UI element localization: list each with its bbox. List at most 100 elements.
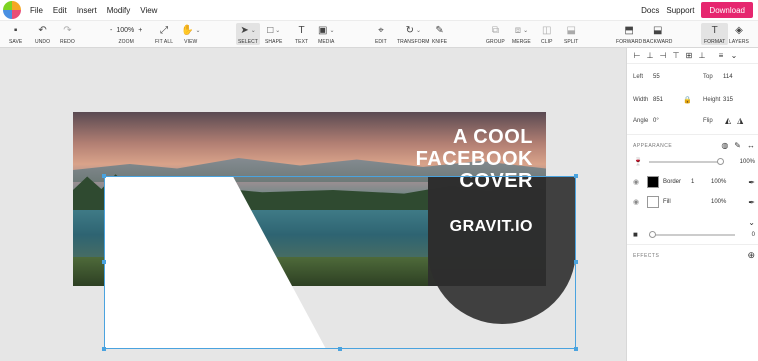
format-icon: T bbox=[711, 24, 718, 36]
menu-bar: File Edit Insert Modify View Docs Suppor… bbox=[0, 0, 758, 20]
zoom-out-button[interactable]: - bbox=[110, 27, 112, 34]
redo-button[interactable]: ↷ REDO bbox=[60, 23, 75, 46]
pen-icon[interactable]: ✎ bbox=[734, 141, 741, 150]
save-button[interactable]: ▪ SAVE bbox=[9, 23, 22, 46]
angle-row: Angle 0° Flip ◭ ◮ bbox=[633, 116, 744, 125]
border-opacity-field[interactable]: 100% bbox=[711, 179, 737, 185]
zoom-in-button[interactable]: + bbox=[138, 27, 142, 34]
appearance-header: APPEARANCE ◍ ✎ ↔ bbox=[633, 141, 755, 150]
chevron-down-icon[interactable]: ⌄ bbox=[748, 218, 755, 227]
image-icon: ▣ bbox=[318, 24, 328, 36]
resize-handle-tl[interactable] bbox=[102, 174, 106, 178]
align-right-icon[interactable]: ⊣ bbox=[659, 51, 667, 60]
media-tool[interactable]: ▣ ⌄ MEDIA bbox=[318, 23, 334, 46]
top-field[interactable]: 114 bbox=[723, 74, 753, 80]
resize-handle-mr[interactable] bbox=[574, 260, 578, 264]
send-backward-button[interactable]: ⬓ BACKWARD bbox=[643, 23, 673, 46]
menu-edit[interactable]: Edit bbox=[53, 6, 67, 15]
docs-link[interactable]: Docs bbox=[641, 6, 659, 15]
clip-button[interactable]: ◫ CLIP bbox=[541, 23, 553, 46]
width-field[interactable]: 851 bbox=[653, 97, 683, 103]
align-center-icon[interactable]: ⊥ bbox=[646, 51, 654, 60]
distribute-icon[interactable]: ≡ bbox=[717, 51, 725, 60]
knife-icon: ✎ bbox=[435, 24, 444, 36]
fill-opacity-field[interactable]: 100% bbox=[711, 199, 737, 205]
border-row: ◉ Border 1 100% ✒ bbox=[633, 176, 755, 188]
appearance-title: APPEARANCE bbox=[633, 142, 673, 149]
eyedropper-icon[interactable]: ✒ bbox=[748, 198, 755, 207]
design-canvas[interactable]: A COOL FACEBOOK COVER GRAVIT.IO bbox=[0, 48, 626, 361]
eye-icon[interactable]: ◉ bbox=[633, 178, 647, 186]
resize-handle-tr[interactable] bbox=[574, 174, 578, 178]
align-bottom-icon[interactable]: ⊥ bbox=[698, 51, 706, 60]
layers-tab[interactable]: ◈ LAYERS bbox=[729, 23, 749, 46]
edit-path-icon: ⌖ bbox=[378, 24, 384, 36]
select-tool[interactable]: ➤ ⌄ SELECT bbox=[236, 23, 261, 45]
opacity-value[interactable]: 100% bbox=[740, 159, 755, 165]
position-row: Left 55 Top 114 bbox=[633, 74, 755, 80]
align-middle-icon[interactable]: ⊞ bbox=[685, 51, 693, 60]
arrows-icon[interactable]: ↔ bbox=[747, 141, 755, 150]
redo-icon: ↷ bbox=[63, 24, 72, 36]
transform-tool[interactable]: ↻ ⌄ TRANSFORM bbox=[397, 23, 430, 46]
eyedropper-icon[interactable]: ✒ bbox=[748, 178, 755, 187]
blur-value[interactable]: 0 bbox=[752, 232, 755, 238]
more-row: ⌄ bbox=[633, 218, 755, 227]
flip-vertical-icon[interactable]: ◮ bbox=[737, 116, 743, 125]
border-width-field[interactable]: 1 bbox=[691, 179, 711, 185]
layer-blur-icon: ■ bbox=[633, 230, 638, 239]
text-tool[interactable]: T TEXT bbox=[295, 23, 308, 46]
align-left-icon[interactable]: ⊢ bbox=[633, 51, 641, 60]
fill-color-swatch[interactable] bbox=[647, 196, 659, 208]
align-top-icon[interactable]: ⊤ bbox=[672, 51, 680, 60]
layers-icon: ◈ bbox=[735, 24, 743, 36]
zoom-value[interactable]: 100% bbox=[116, 27, 134, 34]
fit-all-icon: ⤢ bbox=[160, 24, 169, 36]
resize-handle-br[interactable] bbox=[574, 347, 578, 351]
height-field[interactable]: 315 bbox=[723, 97, 753, 103]
menu-insert[interactable]: Insert bbox=[77, 6, 97, 15]
fill-row: ◉ Fill 100% ✒ bbox=[633, 196, 755, 208]
effects-title: EFFECTS bbox=[633, 252, 660, 259]
view-button[interactable]: ✋ ⌄ VIEW bbox=[181, 23, 200, 46]
resize-handle-bm[interactable] bbox=[338, 347, 342, 351]
flip-horizontal-icon[interactable]: ◭ bbox=[725, 116, 731, 125]
inspector-panel: ⊢ ⊥ ⊣ ⊤ ⊞ ⊥ ≡ ⌄ Left 55 Top 114 Width 85… bbox=[626, 48, 758, 361]
support-link[interactable]: Support bbox=[666, 6, 694, 15]
add-effect-icon[interactable]: ⊕ bbox=[747, 250, 755, 261]
resize-handle-bl[interactable] bbox=[102, 347, 106, 351]
selection-box bbox=[104, 176, 576, 349]
undo-button[interactable]: ↶ UNDO bbox=[35, 23, 50, 46]
shape-tool[interactable]: □ ⌄ SHAPE bbox=[265, 23, 282, 46]
left-field[interactable]: 55 bbox=[653, 74, 683, 80]
edit-tool[interactable]: ⌖ EDIT bbox=[375, 23, 387, 46]
format-tab[interactable]: T FORMAT bbox=[701, 23, 729, 45]
opacity-slider[interactable] bbox=[649, 157, 724, 165]
group-button[interactable]: ⧉ GROUP bbox=[486, 23, 505, 46]
fit-all-button[interactable]: ⤢ FIT ALL bbox=[155, 23, 173, 46]
angle-field[interactable]: 0° bbox=[653, 118, 683, 124]
menu-file[interactable]: File bbox=[30, 6, 43, 15]
opacity-slider-knob[interactable] bbox=[717, 157, 724, 165]
undo-icon: ↶ bbox=[38, 24, 47, 36]
chevron-down-icon: ⌄ bbox=[415, 27, 421, 34]
blur-slider-knob[interactable] bbox=[649, 230, 656, 238]
menu-view[interactable]: View bbox=[140, 6, 157, 15]
lock-icon[interactable]: 🔒 bbox=[683, 96, 703, 104]
bring-forward-button[interactable]: ⬒ FORWARD bbox=[616, 23, 642, 46]
resize-handle-ml[interactable] bbox=[102, 260, 106, 264]
knife-tool[interactable]: ✎ KNIFE bbox=[432, 23, 447, 46]
download-button[interactable]: Download bbox=[701, 2, 753, 18]
size-row: Width 851 🔒 Height 315 bbox=[633, 96, 755, 104]
border-color-swatch[interactable] bbox=[647, 176, 659, 188]
text-icon: T bbox=[298, 24, 305, 36]
merge-button[interactable]: ⧈ ⌄ MERGE bbox=[512, 23, 531, 46]
eye-icon[interactable]: ◉ bbox=[633, 198, 647, 206]
chevron-down-icon[interactable]: ⌄ bbox=[730, 51, 738, 60]
split-button[interactable]: ⬓ SPLIT bbox=[564, 23, 578, 46]
blur-slider[interactable] bbox=[649, 230, 735, 238]
bring-forward-icon: ⬒ bbox=[624, 24, 634, 36]
save-icon: ▪ bbox=[13, 24, 18, 36]
menu-modify[interactable]: Modify bbox=[107, 6, 131, 15]
paint-bucket-icon[interactable]: ◍ bbox=[721, 141, 728, 150]
